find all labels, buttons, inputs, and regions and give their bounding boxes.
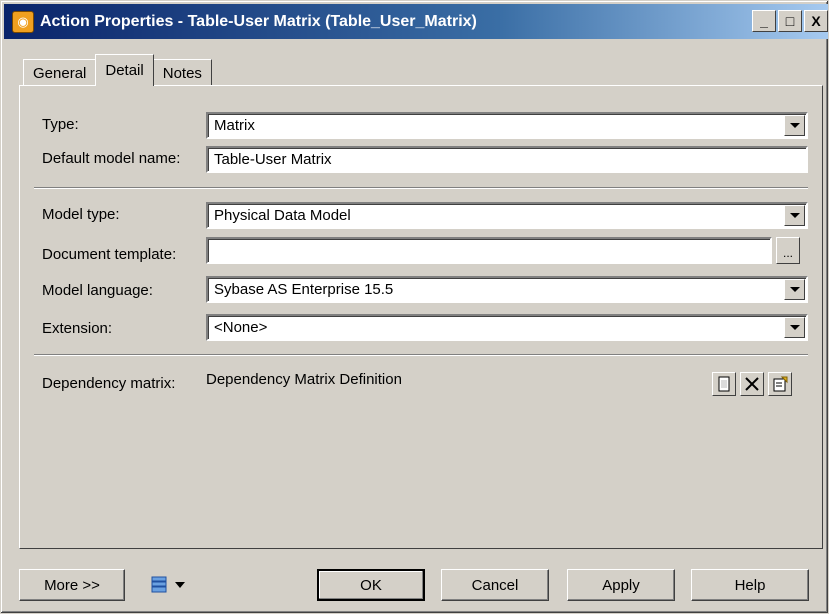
print-icon xyxy=(151,576,167,593)
type-value: Matrix xyxy=(214,117,255,134)
document-template-input[interactable] xyxy=(206,237,772,264)
dependency-matrix-label: Dependency matrix: xyxy=(42,375,176,392)
properties-dialog: ◉ Action Properties - Table-User Matrix … xyxy=(0,0,829,614)
model-type-label: Model type: xyxy=(42,206,120,223)
separator xyxy=(34,354,808,356)
properties-icon xyxy=(773,376,788,392)
chevron-down-icon xyxy=(175,582,185,588)
model-language-dropdown-button[interactable] xyxy=(784,279,805,300)
title-bar[interactable]: ◉ Action Properties - Table-User Matrix … xyxy=(4,4,828,39)
document-template-label: Document template: xyxy=(42,246,177,263)
model-language-select[interactable]: Sybase AS Enterprise 15.5 xyxy=(206,276,808,303)
type-dropdown-button[interactable] xyxy=(784,115,805,136)
delete-icon xyxy=(745,377,759,391)
dependency-matrix-value: Dependency Matrix Definition xyxy=(206,371,402,388)
cancel-button[interactable]: Cancel xyxy=(441,569,549,601)
default-model-name-input[interactable]: Table-User Matrix xyxy=(206,146,808,173)
model-type-dropdown-button[interactable] xyxy=(784,205,805,226)
detail-panel: Type: Matrix Default model name: Table-U… xyxy=(19,85,823,549)
print-menu[interactable] xyxy=(149,575,185,595)
default-model-name-value: Table-User Matrix xyxy=(214,151,332,168)
new-matrix-button[interactable] xyxy=(712,372,736,396)
tab-notes[interactable]: Notes xyxy=(152,59,212,86)
tab-strip: General Detail Notes xyxy=(23,54,212,86)
app-icon: ◉ xyxy=(12,10,34,33)
separator xyxy=(34,187,808,189)
extension-dropdown-button[interactable] xyxy=(784,317,805,338)
extension-select[interactable]: <None> xyxy=(206,314,808,341)
window-title: Action Properties - Table-User Matrix (T… xyxy=(40,12,477,30)
matrix-properties-button[interactable] xyxy=(768,372,792,396)
model-type-select[interactable]: Physical Data Model xyxy=(206,202,808,229)
type-label: Type: xyxy=(42,116,79,133)
help-button[interactable]: Help xyxy=(691,569,809,601)
minimize-button[interactable]: _ xyxy=(752,10,776,32)
type-select[interactable]: Matrix xyxy=(206,112,808,139)
model-language-value: Sybase AS Enterprise 15.5 xyxy=(214,281,394,298)
apply-button[interactable]: Apply xyxy=(567,569,675,601)
model-type-value: Physical Data Model xyxy=(214,207,351,224)
extension-value: <None> xyxy=(214,319,268,336)
close-button[interactable]: X xyxy=(804,10,828,32)
new-icon xyxy=(718,376,730,392)
ok-button[interactable]: OK xyxy=(317,569,425,601)
tab-general[interactable]: General xyxy=(23,59,97,86)
maximize-button[interactable]: □ xyxy=(778,10,802,32)
tab-detail[interactable]: Detail xyxy=(95,54,154,86)
default-model-name-label: Default model name: xyxy=(42,150,181,167)
browse-button[interactable]: ... xyxy=(776,237,800,264)
model-language-label: Model language: xyxy=(42,282,153,299)
extension-label: Extension: xyxy=(42,320,113,337)
delete-matrix-button[interactable] xyxy=(740,372,764,396)
more-button[interactable]: More >> xyxy=(19,569,125,601)
